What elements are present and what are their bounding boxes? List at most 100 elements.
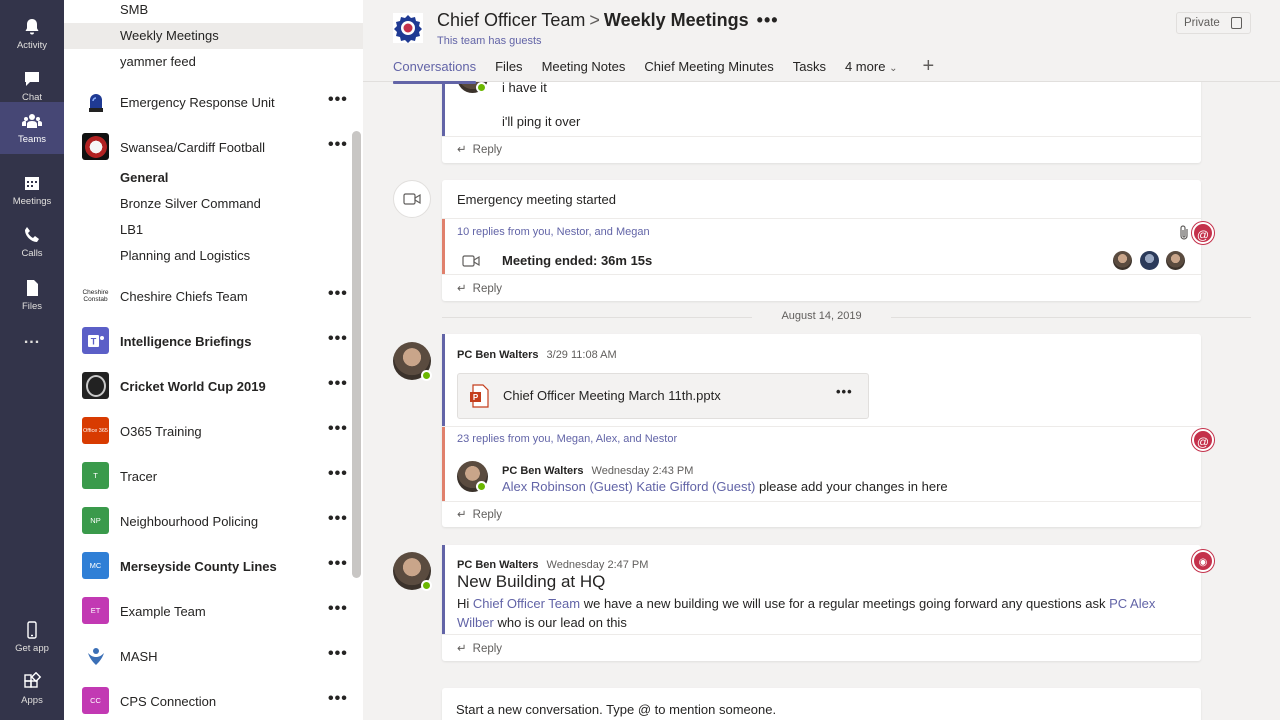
mention-link[interactable]: Wilber [457, 615, 494, 630]
team-avatar: ET [82, 597, 109, 624]
file-attachment[interactable]: P Chief Officer Meeting March 11th.pptx … [457, 373, 869, 419]
team-name: Cricket World Cup 2019 [120, 379, 266, 394]
message-header: PC Ben Walters 3/29 11:08 AM [457, 346, 617, 361]
tab-chief-meeting-minutes[interactable]: Chief Meeting Minutes [644, 56, 773, 82]
scrollbar-thumb[interactable] [352, 131, 361, 578]
team-avatar: NP [82, 507, 109, 534]
appbar-label: Calls [21, 248, 43, 259]
cricket-crest-icon [85, 374, 106, 397]
reply-button[interactable]: ↵ Reply [457, 142, 502, 156]
bell-icon [25, 19, 39, 35]
file-icon [27, 280, 38, 296]
team-avatar: Office 365 [82, 417, 109, 444]
reply-label: Reply [472, 509, 503, 521]
mash-logo-icon [87, 647, 104, 665]
thread-accent [442, 545, 445, 634]
channel-item-selected[interactable]: Weekly Meetings [64, 23, 363, 49]
thread-card: PC Ben Walters 3/29 11:08 AM P Chief Offi… [442, 334, 1214, 527]
team-more-button[interactable]: ••• [328, 80, 348, 120]
team-item[interactable]: CC CPS Connection ••• [64, 679, 363, 720]
team-more-button[interactable]: ••• [328, 125, 348, 165]
file-more-button[interactable]: ••• [836, 384, 853, 399]
mention-link[interactable]: PC Alex [1109, 596, 1155, 611]
sender-name: PC Ben Walters [457, 559, 539, 571]
team-item[interactable]: Cheshire Constab Cheshire Chiefs Team ••… [64, 274, 363, 319]
tab-meeting-notes[interactable]: Meeting Notes [542, 56, 626, 82]
team-more-button[interactable]: ••• [328, 319, 348, 359]
team-more-button[interactable]: ••• [328, 679, 348, 719]
replies-summary[interactable]: 23 replies from you, Megan, Alex, and Ne… [457, 433, 677, 445]
more-icon: ... [23, 330, 41, 347]
team-more-button[interactable]: ••• [328, 544, 348, 584]
mention-link[interactable]: Chief Officer Team [473, 596, 580, 611]
team-item[interactable]: Cricket World Cup 2019 ••• [64, 364, 363, 409]
team-more-button[interactable]: ••• [328, 589, 348, 629]
team-item[interactable]: Swansea/Cardiff Football ••• [64, 125, 363, 170]
team-item[interactable]: ET Example Team ••• [64, 589, 363, 634]
reply-button[interactable]: ↵ Reply [457, 507, 502, 521]
video-camera-icon [403, 193, 421, 205]
appbar-teams[interactable]: Teams [0, 102, 64, 154]
meeting-ended-text: Meeting ended: 36m 15s [502, 253, 653, 268]
team-item[interactable]: NP Neighbourhood Policing ••• [64, 499, 363, 544]
appbar-calls[interactable]: Calls [0, 217, 64, 267]
sender-name: PC Ben Walters [457, 349, 539, 361]
appbar-label: Apps [21, 695, 43, 706]
attachment-icon [1180, 225, 1188, 240]
mention-icon: @ [1192, 222, 1214, 244]
channel-item[interactable]: General [64, 165, 363, 191]
team-item[interactable]: MASH ••• [64, 634, 363, 679]
calendar-icon [25, 177, 39, 190]
team-more-button[interactable]: ••• [328, 409, 348, 449]
breadcrumb-team[interactable]: Chief Officer Team [437, 10, 585, 30]
channel-item[interactable]: Bronze Silver Command [64, 191, 363, 217]
replies-summary[interactable]: 10 replies from you, Nestor, and Megan [457, 226, 650, 238]
police-crest-icon [393, 13, 423, 43]
appbar-meetings[interactable]: Meetings [0, 165, 64, 215]
powerpoint-file-icon: P [470, 384, 489, 408]
team-more-button[interactable]: ••• [328, 364, 348, 404]
conversation-area: Chief Officer Team > Weekly Meetings ••• Th… [363, 0, 1280, 720]
team-more-button[interactable]: ••• [328, 454, 348, 494]
presence-available-icon [476, 82, 487, 93]
appbar-get-app[interactable]: Get app [0, 612, 64, 662]
message-header: PC Ben Walters Wednesday 2:47 PM [457, 556, 648, 571]
team-more-button[interactable]: ••• [328, 634, 348, 674]
appbar-files[interactable]: Files [0, 270, 64, 320]
appbar-apps[interactable]: Apps [0, 664, 64, 714]
football-crest-icon [84, 135, 107, 158]
new-conversation-input[interactable]: Start a new conversation. Type @ to ment… [442, 688, 1201, 720]
team-item[interactable]: Office 365 O365 Training ••• [64, 409, 363, 454]
channel-more-button[interactable]: ••• [757, 10, 779, 30]
tab-tasks[interactable]: Tasks [793, 56, 826, 82]
reply-button[interactable]: ↵ Reply [457, 641, 502, 655]
message-text: i have it [502, 80, 547, 95]
private-label: Private [1184, 17, 1220, 29]
channel-item[interactable]: LB1 [64, 217, 363, 243]
team-more-button[interactable]: ••• [328, 499, 348, 539]
reply-button[interactable]: ↵ Reply [457, 281, 502, 295]
team-avatar [82, 133, 109, 160]
team-name: Tracer [120, 469, 158, 484]
tab-conversations[interactable]: Conversations [393, 56, 477, 84]
appbar-more[interactable]: ... [0, 314, 64, 364]
add-tab-plus-icon[interactable]: + [922, 56, 934, 82]
channel-item[interactable]: yammer feed [64, 49, 363, 75]
mention-link[interactable]: Alex Robinson (Guest) [502, 479, 633, 494]
channel-item[interactable]: Planning and Logistics [64, 243, 363, 269]
private-badge[interactable]: Private [1176, 12, 1251, 34]
team-item[interactable]: T Tracer ••• [64, 454, 363, 499]
channel-item[interactable]: SMB [64, 0, 363, 23]
meeting-title: Emergency meeting started [457, 192, 616, 207]
tab-files[interactable]: Files [495, 56, 522, 82]
appbar-activity[interactable]: Activity [0, 9, 64, 59]
team-item[interactable]: MC Merseyside County Lines ••• [64, 544, 363, 589]
team-more-button[interactable]: ••• [328, 274, 348, 314]
appbar-label: Files [21, 301, 43, 312]
mention-link[interactable]: Katie Gifford (Guest) [636, 479, 755, 494]
team-item[interactable]: T Intelligence Briefings ••• [64, 319, 363, 364]
message-text: who is our lead on this [497, 614, 627, 630]
tab-more[interactable]: 4 more ⌄ [845, 56, 897, 82]
siren-icon [88, 93, 103, 112]
team-item[interactable]: Emergency Response Unit ••• [64, 80, 363, 125]
